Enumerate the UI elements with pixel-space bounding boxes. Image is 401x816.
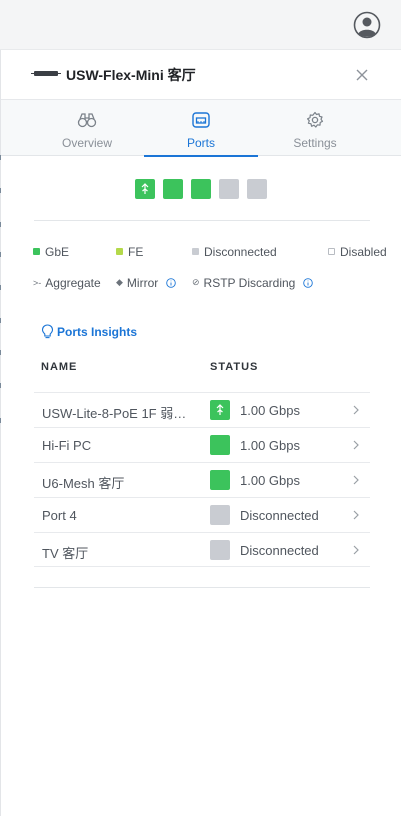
table-row[interactable]: USW-Lite-8-PoE 1F 弱… 1.00 Gbps [34, 392, 370, 427]
tab-overview-label: Overview [61, 136, 112, 150]
aggregate-icon: >- [33, 277, 42, 288]
top-bar [0, 0, 401, 50]
chevron-right-icon [353, 475, 359, 485]
legend-rstp: ⊘ RSTP Discarding [192, 276, 313, 290]
chevron-right-icon [353, 510, 359, 520]
binoculars-icon [77, 113, 97, 128]
divider [34, 220, 370, 221]
tab-ports[interactable]: Ports [144, 100, 258, 157]
panel-header: USW-Flex-Mini 客厅 [1, 50, 401, 100]
port-5-box[interactable] [247, 179, 267, 199]
column-header-status: STATUS [210, 361, 259, 373]
legend-mirror: ◆ Mirror [116, 276, 176, 290]
port-4-box[interactable] [219, 179, 239, 199]
gbe-swatch [33, 248, 40, 256]
legend-fe: FE [116, 245, 143, 259]
tab-settings[interactable]: Settings [258, 100, 372, 156]
port-status: 1.00 Gbps [240, 438, 300, 453]
user-avatar-icon[interactable] [353, 11, 381, 39]
disabled-swatch [328, 248, 335, 256]
tab-overview[interactable]: Overview [30, 100, 144, 156]
disconnected-swatch [192, 248, 199, 256]
port-status: Disconnected [240, 543, 319, 558]
tab-settings-label: Settings [293, 136, 337, 150]
ports-insights-link[interactable]: Ports Insights [41, 324, 137, 340]
device-panel: USW-Flex-Mini 客厅 Overview Ports Settings… [1, 50, 401, 816]
mirror-icon: ◆ [116, 277, 123, 288]
table-row[interactable]: TV 客厅 Disconnected [34, 532, 370, 567]
port-name: USW-Lite-8-PoE 1F 弱… [42, 406, 187, 421]
legend-disconnected: Disconnected [192, 245, 277, 259]
port-name: Port 4 [42, 508, 77, 523]
port-status: 1.00 Gbps [240, 473, 300, 488]
fe-swatch [116, 248, 123, 256]
status-indicator [210, 470, 230, 490]
legend-gbe: GbE [33, 245, 69, 259]
chevron-right-icon [353, 440, 359, 450]
tab-bar: Overview Ports Settings [1, 100, 401, 157]
chevron-right-icon [353, 545, 359, 555]
port-3-box[interactable] [191, 179, 211, 199]
mirror-info-icon[interactable] [165, 278, 176, 288]
chevron-right-icon [353, 405, 359, 415]
device-title: USW-Flex-Mini 客厅 [66, 67, 196, 83]
ports-icon [192, 112, 210, 128]
tab-ports-label: Ports [186, 136, 215, 150]
column-header-name: NAME [41, 361, 78, 373]
table-row[interactable]: Port 4 Disconnected [34, 497, 370, 532]
bottom-divider [34, 587, 370, 588]
port-name: U6-Mesh 客厅 [42, 476, 125, 491]
status-indicator [210, 505, 230, 525]
close-icon[interactable] [353, 66, 371, 84]
port-status: 1.00 Gbps [240, 403, 300, 418]
status-indicator [210, 400, 230, 420]
port-name: TV 客厅 [42, 546, 89, 561]
port-2-box[interactable] [163, 179, 183, 199]
table-row[interactable]: U6-Mesh 客厅 1.00 Gbps [34, 462, 370, 497]
lightbulb-icon [41, 324, 54, 339]
legend-aggregate: >- Aggregate [33, 276, 101, 290]
legend-disabled: Disabled [328, 245, 387, 259]
rstp-icon: ⊘ [192, 277, 200, 288]
uplink-icon [141, 183, 149, 194]
port-1-box[interactable] [135, 179, 155, 199]
status-indicator [210, 540, 230, 560]
switch-device-icon [31, 71, 61, 76]
port-name: Hi-Fi PC [42, 438, 92, 453]
rstp-info-icon[interactable] [302, 278, 313, 288]
port-status: Disconnected [240, 508, 319, 523]
table-row[interactable]: Hi-Fi PC 1.00 Gbps [34, 427, 370, 462]
uplink-icon [216, 404, 224, 415]
status-indicator [210, 435, 230, 455]
gear-icon [307, 111, 324, 128]
